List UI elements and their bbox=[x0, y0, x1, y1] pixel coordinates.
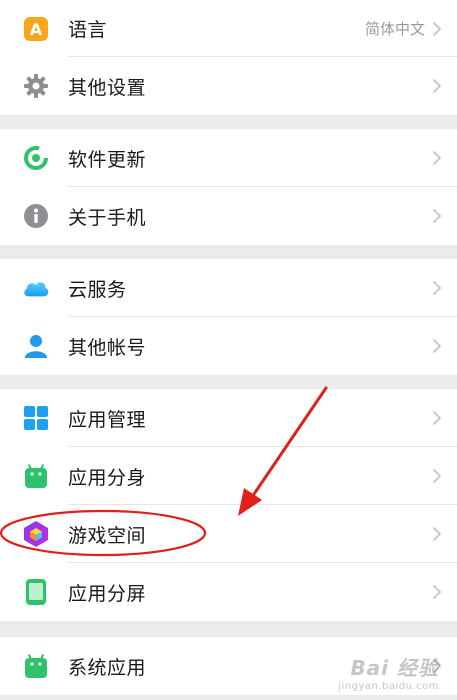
watermark-main: Bai 经验 bbox=[350, 656, 439, 680]
settings-group-4: 应用管理 应用分身 游戏空间 应用分屏 bbox=[0, 389, 457, 621]
settings-item-cloud-service[interactable]: 云服务 bbox=[0, 259, 457, 317]
person-icon bbox=[22, 332, 50, 360]
chevron-right-icon bbox=[433, 469, 442, 483]
chevron-right-icon bbox=[433, 79, 442, 93]
chevron-right-icon bbox=[433, 209, 442, 223]
settings-item-label: 游戏空间 bbox=[68, 524, 147, 547]
settings-page: A 语言 简体中文 其他设置 软件更新 关于手机 云服务 其他帐号 应用管理 应… bbox=[0, 0, 457, 700]
language-value: 简体中文 bbox=[364, 20, 425, 38]
language-icon: A bbox=[22, 15, 50, 43]
phone-icon bbox=[22, 578, 50, 606]
settings-item-game-space[interactable]: 游戏空间 bbox=[0, 505, 457, 563]
chevron-right-icon bbox=[433, 281, 442, 295]
settings-item-label: 其他设置 bbox=[68, 76, 147, 99]
section-gap bbox=[0, 115, 457, 129]
settings-item-label: 其他帐号 bbox=[68, 336, 147, 359]
settings-item-label: 软件更新 bbox=[68, 148, 147, 171]
game-cube-icon bbox=[22, 520, 50, 548]
chevron-right-icon bbox=[433, 585, 442, 599]
settings-item-about-phone[interactable]: 关于手机 bbox=[0, 187, 457, 245]
settings-item-label: 关于手机 bbox=[68, 206, 147, 229]
settings-item-label: 语言 bbox=[68, 19, 108, 41]
settings-item-language[interactable]: A 语言 简体中文 bbox=[0, 0, 457, 57]
update-icon bbox=[22, 144, 50, 172]
chevron-right-icon bbox=[433, 411, 442, 425]
watermark-sub: jingyan.baidu.com bbox=[338, 681, 439, 692]
info-icon bbox=[22, 202, 50, 230]
settings-item-label: 系统应用 bbox=[68, 656, 147, 679]
settings-item-label: 云服务 bbox=[68, 278, 127, 301]
settings-item-app-clone[interactable]: 应用分身 bbox=[0, 447, 457, 505]
settings-group-3: 云服务 其他帐号 bbox=[0, 259, 457, 375]
chevron-right-icon bbox=[433, 151, 442, 165]
app-grid-icon bbox=[22, 404, 50, 432]
android-icon bbox=[22, 652, 50, 680]
settings-item-label: 应用分身 bbox=[68, 466, 147, 489]
settings-item-label: 应用分屏 bbox=[68, 582, 147, 605]
settings-group-2: 软件更新 关于手机 bbox=[0, 129, 457, 245]
settings-group-1: A 语言 简体中文 其他设置 bbox=[0, 0, 457, 115]
cloud-icon bbox=[22, 274, 50, 302]
settings-item-split-screen[interactable]: 应用分屏 bbox=[0, 563, 457, 621]
settings-item-other-settings[interactable]: 其他设置 bbox=[0, 57, 457, 115]
gear-icon bbox=[22, 72, 50, 100]
section-gap bbox=[0, 245, 457, 259]
svg-text:A: A bbox=[30, 20, 43, 39]
watermark: Bai 经验 jingyan.baidu.com bbox=[338, 652, 439, 692]
settings-item-software-update[interactable]: 软件更新 bbox=[0, 129, 457, 187]
chevron-right-icon bbox=[433, 21, 442, 36]
android-icon bbox=[22, 462, 50, 490]
settings-item-label: 应用管理 bbox=[68, 408, 147, 431]
section-gap bbox=[0, 375, 457, 389]
chevron-right-icon bbox=[433, 339, 442, 353]
section-gap bbox=[0, 621, 457, 637]
settings-item-other-accounts[interactable]: 其他帐号 bbox=[0, 317, 457, 375]
chevron-right-icon bbox=[433, 527, 442, 541]
settings-item-app-management[interactable]: 应用管理 bbox=[0, 389, 457, 447]
